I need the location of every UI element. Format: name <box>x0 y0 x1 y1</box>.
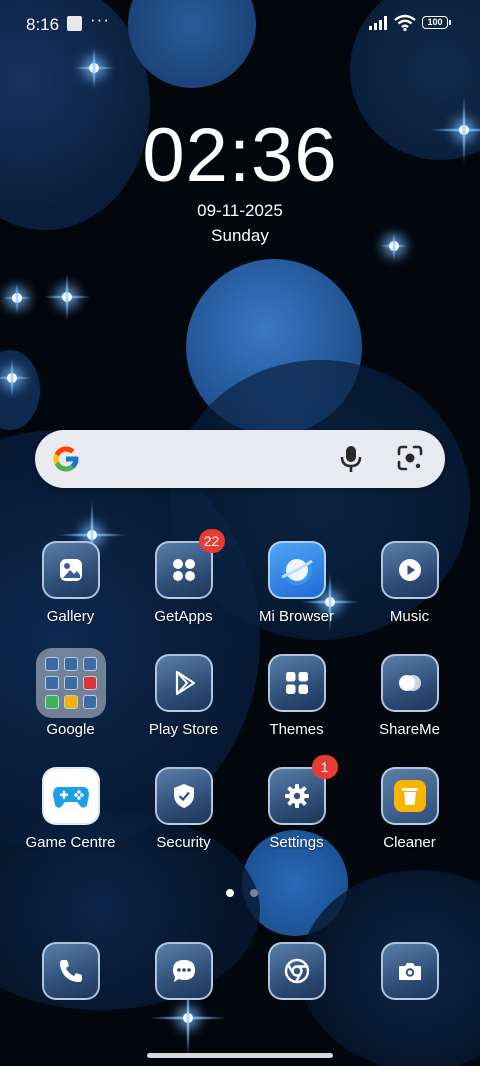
getapps-icon: 22 <box>154 529 225 599</box>
app-label: Music <box>389 608 430 625</box>
home-gesture-bar[interactable] <box>147 1053 333 1058</box>
app-label: ShareMe <box>379 721 440 738</box>
music-icon <box>380 541 439 599</box>
game-centre-icon <box>41 767 100 825</box>
folder-icon <box>35 648 106 718</box>
app-music[interactable]: Music <box>353 541 466 625</box>
signal-icon <box>369 16 387 30</box>
app-cleaner[interactable]: Cleaner <box>353 767 466 851</box>
app-label: Cleaner <box>383 834 436 851</box>
app-label: Gallery <box>46 608 95 625</box>
app-folder-google[interactable]: Google <box>14 648 127 738</box>
status-time: 8:16 <box>26 15 60 34</box>
wifi-icon <box>394 14 416 31</box>
browser-icon <box>267 541 326 599</box>
app-themes[interactable]: Themes <box>240 654 353 738</box>
gallery-icon <box>41 541 100 599</box>
camera-icon <box>380 942 439 1000</box>
page-dot-active[interactable] <box>226 889 234 897</box>
weekday-text: Sunday <box>211 226 269 245</box>
app-label: Security <box>156 834 211 851</box>
app-play-store[interactable]: Play Store <box>127 654 240 738</box>
mic-icon[interactable] <box>340 445 362 473</box>
page-indicator[interactable] <box>226 884 270 902</box>
battery-icon: 100 <box>422 16 451 29</box>
app-label: Game Centre <box>25 834 116 851</box>
app-label: Google <box>46 721 95 738</box>
notification-icon <box>67 16 82 31</box>
app-shareme[interactable]: ShareMe <box>353 654 466 738</box>
dock-messages[interactable] <box>127 942 240 1000</box>
google-search-bar[interactable] <box>35 430 445 488</box>
clock-widget[interactable]: 02:36 <box>0 112 480 199</box>
page-dot[interactable] <box>250 889 259 897</box>
app-getapps[interactable]: 22 GetApps <box>127 529 240 625</box>
notification-badge: 22 <box>198 529 225 553</box>
messages-icon <box>154 942 213 1000</box>
app-gallery[interactable]: Gallery <box>14 541 127 625</box>
cleaner-icon <box>380 767 439 825</box>
app-mi-browser[interactable]: Mi Browser <box>240 541 353 625</box>
app-label: Settings <box>269 834 324 851</box>
chrome-icon <box>267 942 326 1000</box>
play-store-icon <box>154 654 213 712</box>
dock-camera[interactable] <box>353 942 466 1000</box>
dock-phone[interactable] <box>14 942 127 1000</box>
app-label: Play Store <box>148 721 219 738</box>
themes-icon <box>267 654 326 712</box>
shareme-icon <box>380 654 439 712</box>
app-label: Mi Browser <box>258 608 334 625</box>
app-settings[interactable]: 1 Settings <box>240 755 353 851</box>
app-game-centre[interactable]: Game Centre <box>14 767 127 851</box>
dock-chrome[interactable] <box>240 942 353 1000</box>
phone-icon <box>41 942 100 1000</box>
settings-icon: 1 <box>267 755 338 825</box>
app-security[interactable]: Security <box>127 767 240 851</box>
app-label: Themes <box>269 721 324 738</box>
more-notifications-icon: ··· <box>90 10 110 29</box>
app-label: GetApps <box>154 608 213 625</box>
date-text: 09-11-2025 <box>197 201 283 220</box>
lens-icon[interactable] <box>397 445 423 471</box>
notification-badge: 1 <box>311 755 338 779</box>
status-bar: 8:16 ··· 100 <box>0 0 480 48</box>
google-g-icon <box>53 446 79 472</box>
security-icon <box>154 767 213 825</box>
